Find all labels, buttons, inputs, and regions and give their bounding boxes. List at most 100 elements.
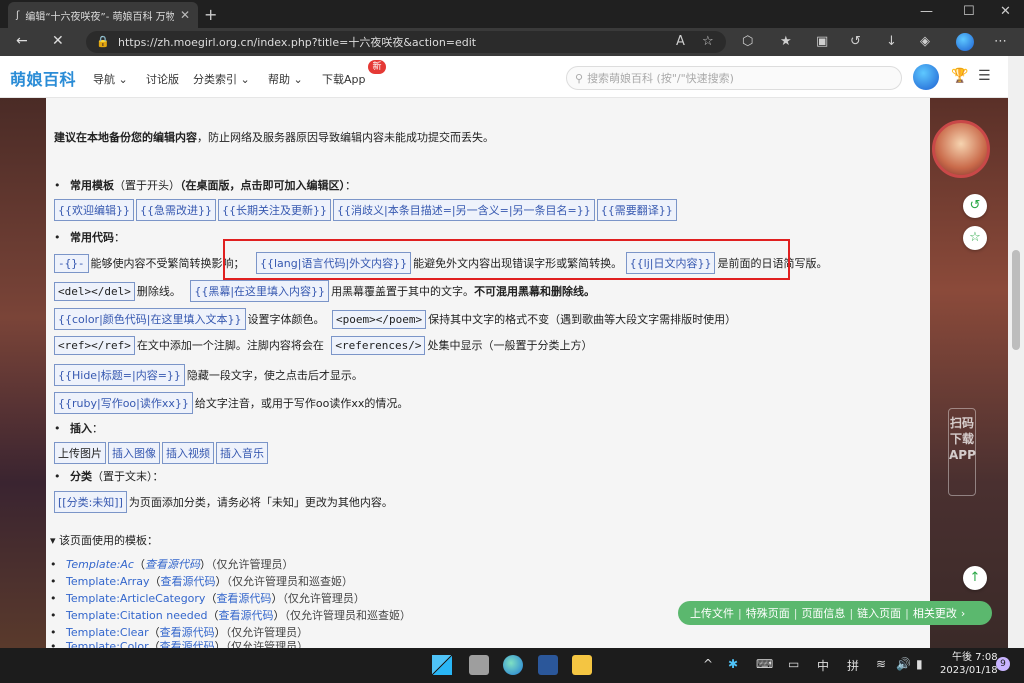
qr-download-app[interactable]: 扫码下载APP bbox=[948, 408, 976, 496]
page-tools-bar: 上传文件 | 特殊页面 | 页面信息 | 链入页面 | 相关更改 › bbox=[678, 601, 992, 625]
favorites-icon[interactable]: ★ bbox=[780, 34, 792, 49]
template-link[interactable]: Template:Color bbox=[66, 640, 149, 648]
insert-image-button[interactable]: 插入图像 bbox=[108, 442, 160, 464]
collapse-arrow-icon: ▾ bbox=[50, 534, 56, 547]
keyboard-icon[interactable]: ⌨ bbox=[756, 657, 773, 671]
view-source-link[interactable]: 查看源代码 bbox=[216, 592, 271, 605]
menu-forum[interactable]: 讨论版 bbox=[146, 71, 179, 87]
back-to-top-icon[interactable]: ↑ bbox=[963, 566, 987, 590]
tab-close-icon[interactable]: ✕ bbox=[180, 8, 190, 22]
code-chip[interactable]: {{黑幕|在这里填入内容}} bbox=[190, 280, 330, 302]
template-link[interactable]: Template:Array bbox=[66, 575, 150, 588]
lock-icon: 🔒 bbox=[96, 35, 110, 48]
code-chip[interactable]: <poem></poem> bbox=[332, 310, 427, 329]
template-link[interactable]: Template:Citation needed bbox=[66, 609, 208, 622]
system-clock[interactable]: 午後 7:08 2023/01/18 bbox=[940, 651, 998, 677]
explorer-folder-icon[interactable] bbox=[572, 655, 592, 675]
word-icon[interactable] bbox=[538, 655, 558, 675]
profile-icon[interactable] bbox=[956, 33, 974, 51]
user-avatar[interactable] bbox=[913, 64, 939, 90]
code-chip[interactable]: {{Hide|标题=|内容=}} bbox=[54, 364, 185, 386]
tool-page-info[interactable]: 页面信息 bbox=[801, 605, 845, 621]
site-logo[interactable]: 萌娘百科 bbox=[10, 66, 76, 90]
minimize-icon[interactable]: — bbox=[920, 4, 933, 19]
ime-chinese[interactable]: 中 bbox=[817, 657, 829, 674]
menu-help[interactable]: 帮助 ⌄ bbox=[268, 71, 303, 87]
used-template-item: Template:Array（查看源代码）（仅允许管理员和巡查姬） bbox=[50, 573, 353, 589]
template-chips: {{欢迎编辑}} {{急需改进}} {{长期关注及更新}} {{消歧义|本条目描述=|… bbox=[54, 199, 679, 221]
view-source-link[interactable]: 查看源代码 bbox=[145, 558, 200, 571]
battery-icon[interactable]: ▮ bbox=[916, 657, 923, 671]
template-chip[interactable]: {{消歧义|本条目描述=|另一含义=|另一条目名=}} bbox=[333, 199, 595, 221]
code-chip[interactable]: <del></del> bbox=[54, 282, 135, 301]
tray-app-icon[interactable]: ✱ bbox=[728, 657, 738, 671]
code-chip[interactable]: <references/> bbox=[331, 336, 426, 355]
volume-icon[interactable]: 🔊 bbox=[896, 657, 911, 671]
tool-upload-file[interactable]: 上传文件 bbox=[690, 605, 734, 621]
code-chip[interactable]: <ref></ref> bbox=[54, 336, 135, 355]
insert-buttons: 上传图片 插入图像 插入视频 插入音乐 bbox=[54, 442, 270, 464]
menu-nav[interactable]: 导航 ⌄ bbox=[93, 71, 128, 87]
used-templates-toggle[interactable]: ▾ 该页面使用的模板： bbox=[50, 532, 158, 548]
insert-music-button[interactable]: 插入音乐 bbox=[216, 442, 268, 464]
more-menu-icon[interactable]: ⋯ bbox=[994, 34, 1007, 49]
performance-icon[interactable]: ◈ bbox=[920, 34, 930, 49]
code-chip[interactable]: {{ruby|写作oo|读作xx}} bbox=[54, 392, 193, 414]
downloads-icon[interactable]: ↓ bbox=[886, 34, 897, 49]
template-chip[interactable]: {{需要翻译}} bbox=[596, 199, 677, 221]
file-manager-icon[interactable] bbox=[469, 655, 489, 675]
code-chip[interactable]: -{}- bbox=[54, 254, 89, 273]
template-chip[interactable]: {{长期关注及更新}} bbox=[218, 199, 331, 221]
edge-browser-icon[interactable] bbox=[503, 655, 523, 675]
menu-download-app[interactable]: 下载App bbox=[322, 71, 366, 87]
tray-overflow-icon[interactable]: ^ bbox=[703, 657, 713, 671]
settings-list-icon[interactable]: ☰ bbox=[978, 68, 991, 84]
used-template-item: Template:Citation needed（查看源代码）（仅允许管理员和巡… bbox=[50, 607, 411, 623]
read-aloud-icon[interactable]: A bbox=[676, 34, 685, 49]
chevron-right-icon[interactable]: › bbox=[961, 607, 965, 620]
tablet-icon[interactable]: ▭ bbox=[788, 657, 799, 671]
category-row: [[分类:未知]] 为页面添加分类，请务必将「未知」更改为其他内容。 bbox=[54, 491, 393, 513]
template-link[interactable]: Template:ArticleCategory bbox=[66, 592, 205, 605]
trophy-icon[interactable]: 🏆 bbox=[951, 68, 968, 84]
tool-related-changes[interactable]: 相关更改 bbox=[913, 605, 957, 621]
template-link[interactable]: Template:Ac bbox=[66, 558, 134, 571]
template-chip[interactable]: {{急需改进}} bbox=[136, 199, 216, 221]
star-float-icon[interactable]: ☆ bbox=[963, 226, 987, 250]
history-float-icon[interactable]: ↺ bbox=[963, 194, 987, 218]
scrollbar-thumb[interactable] bbox=[1012, 250, 1020, 350]
tool-special-pages[interactable]: 特殊页面 bbox=[746, 605, 790, 621]
stop-loading-icon[interactable]: ✕ bbox=[52, 33, 64, 49]
notification-badge[interactable]: 9 bbox=[996, 657, 1010, 671]
back-icon[interactable]: ← bbox=[16, 33, 28, 49]
category-chip[interactable]: [[分类:未知]] bbox=[54, 491, 127, 513]
new-tab-icon[interactable]: + bbox=[204, 5, 217, 24]
favorite-add-icon[interactable]: ☆ bbox=[702, 34, 714, 49]
start-windows-icon[interactable] bbox=[432, 655, 452, 675]
search-input[interactable]: ⚲ 搜索萌娘百科 (按"/"快速搜索) bbox=[566, 66, 902, 90]
menu-category[interactable]: 分类索引 ⌄ bbox=[193, 71, 250, 87]
collections-icon[interactable]: ▣ bbox=[816, 34, 828, 49]
extensions-icon[interactable]: ⬡ bbox=[742, 34, 753, 49]
upload-image-button[interactable]: 上传图片 bbox=[54, 442, 106, 464]
address-toolbar: ← ✕ 🔒 https://zh.moegirl.org.cn/index.ph… bbox=[0, 28, 1024, 56]
browser-tab[interactable]: ʃ 编辑“十六夜咲夜”- 萌娘百科 万物 ✕ bbox=[8, 2, 198, 28]
template-chip[interactable]: {{欢迎编辑}} bbox=[54, 199, 134, 221]
close-window-icon[interactable]: ✕ bbox=[1000, 4, 1011, 19]
insert-video-button[interactable]: 插入视频 bbox=[162, 442, 214, 464]
code-chip[interactable]: {{color|颜色代码|在这里填入文本}} bbox=[54, 308, 246, 330]
url-field[interactable]: 🔒 https://zh.moegirl.org.cn/index.php?ti… bbox=[86, 31, 726, 53]
wifi-icon[interactable]: ≋ bbox=[876, 657, 886, 671]
history-icon[interactable]: ↺ bbox=[850, 34, 861, 49]
ime-pinyin[interactable]: 拼 bbox=[847, 657, 859, 674]
code-row-3: {{color|颜色代码|在这里填入文本}} 设置字体颜色。 <poem></po… bbox=[54, 308, 736, 330]
maximize-icon[interactable]: ☐ bbox=[963, 4, 975, 19]
tab-title: 编辑“十六夜咲夜”- 萌娘百科 万物 bbox=[25, 11, 174, 23]
mascot-avatar[interactable] bbox=[932, 120, 990, 178]
view-source-link[interactable]: 查看源代码 bbox=[219, 609, 274, 622]
view-source-link[interactable]: 查看源代码 bbox=[161, 575, 216, 588]
page-scrollbar[interactable] bbox=[1008, 56, 1024, 648]
view-source-link[interactable]: 查看源代码 bbox=[160, 640, 215, 648]
used-template-item: Template:ArticleCategory（查看源代码）（仅允许管理员） bbox=[50, 590, 365, 606]
tool-what-links-here[interactable]: 链入页面 bbox=[857, 605, 901, 621]
